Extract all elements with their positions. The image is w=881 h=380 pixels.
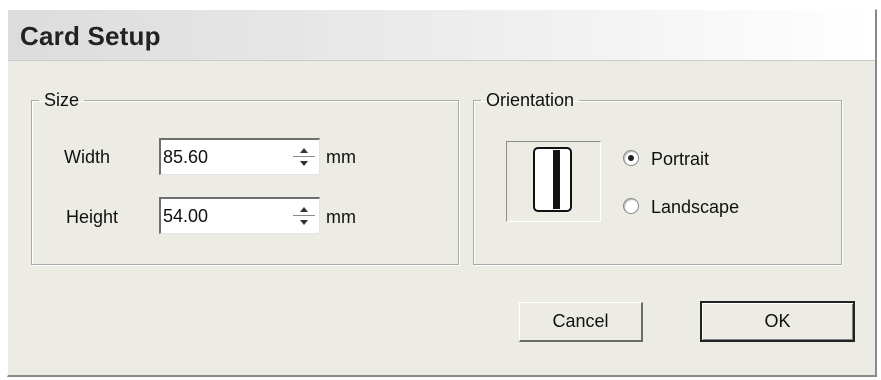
spinner-divider (293, 215, 315, 216)
width-spinner[interactable] (291, 143, 317, 171)
height-unit: mm (326, 207, 356, 227)
height-spinner[interactable] (291, 202, 317, 230)
size-group-legend: Size (44, 90, 80, 110)
height-label: Height (66, 207, 119, 227)
card-portrait-icon (533, 147, 572, 212)
portrait-radio[interactable] (623, 150, 639, 166)
width-value: 85.60 (163, 147, 209, 167)
ok-button[interactable]: OK (700, 301, 855, 342)
orientation-preview (506, 141, 601, 222)
spinner-down-icon[interactable] (300, 220, 308, 225)
spinner-up-icon[interactable] (300, 148, 308, 153)
spinner-up-icon[interactable] (300, 207, 308, 212)
height-field[interactable]: 54.00 (159, 197, 320, 234)
width-label: Width (64, 147, 111, 167)
radio-selected-dot (628, 155, 634, 161)
window-title: Card Setup (20, 21, 161, 51)
orientation-group-legend: Orientation (486, 90, 575, 110)
spinner-divider (293, 156, 315, 157)
card-setup-dialog: Card Setup Size Width 85.60 mm Height 54… (7, 9, 877, 377)
spinner-down-icon[interactable] (300, 161, 308, 166)
height-value: 54.00 (163, 206, 209, 226)
title-bar[interactable]: Card Setup (8, 10, 875, 61)
landscape-label[interactable]: Landscape (651, 197, 739, 218)
width-unit: mm (326, 147, 356, 167)
portrait-label[interactable]: Portrait (651, 149, 709, 170)
landscape-radio[interactable] (623, 198, 639, 214)
cancel-button[interactable]: Cancel (519, 302, 643, 342)
width-field[interactable]: 85.60 (159, 138, 320, 175)
size-group: Size (31, 90, 459, 265)
